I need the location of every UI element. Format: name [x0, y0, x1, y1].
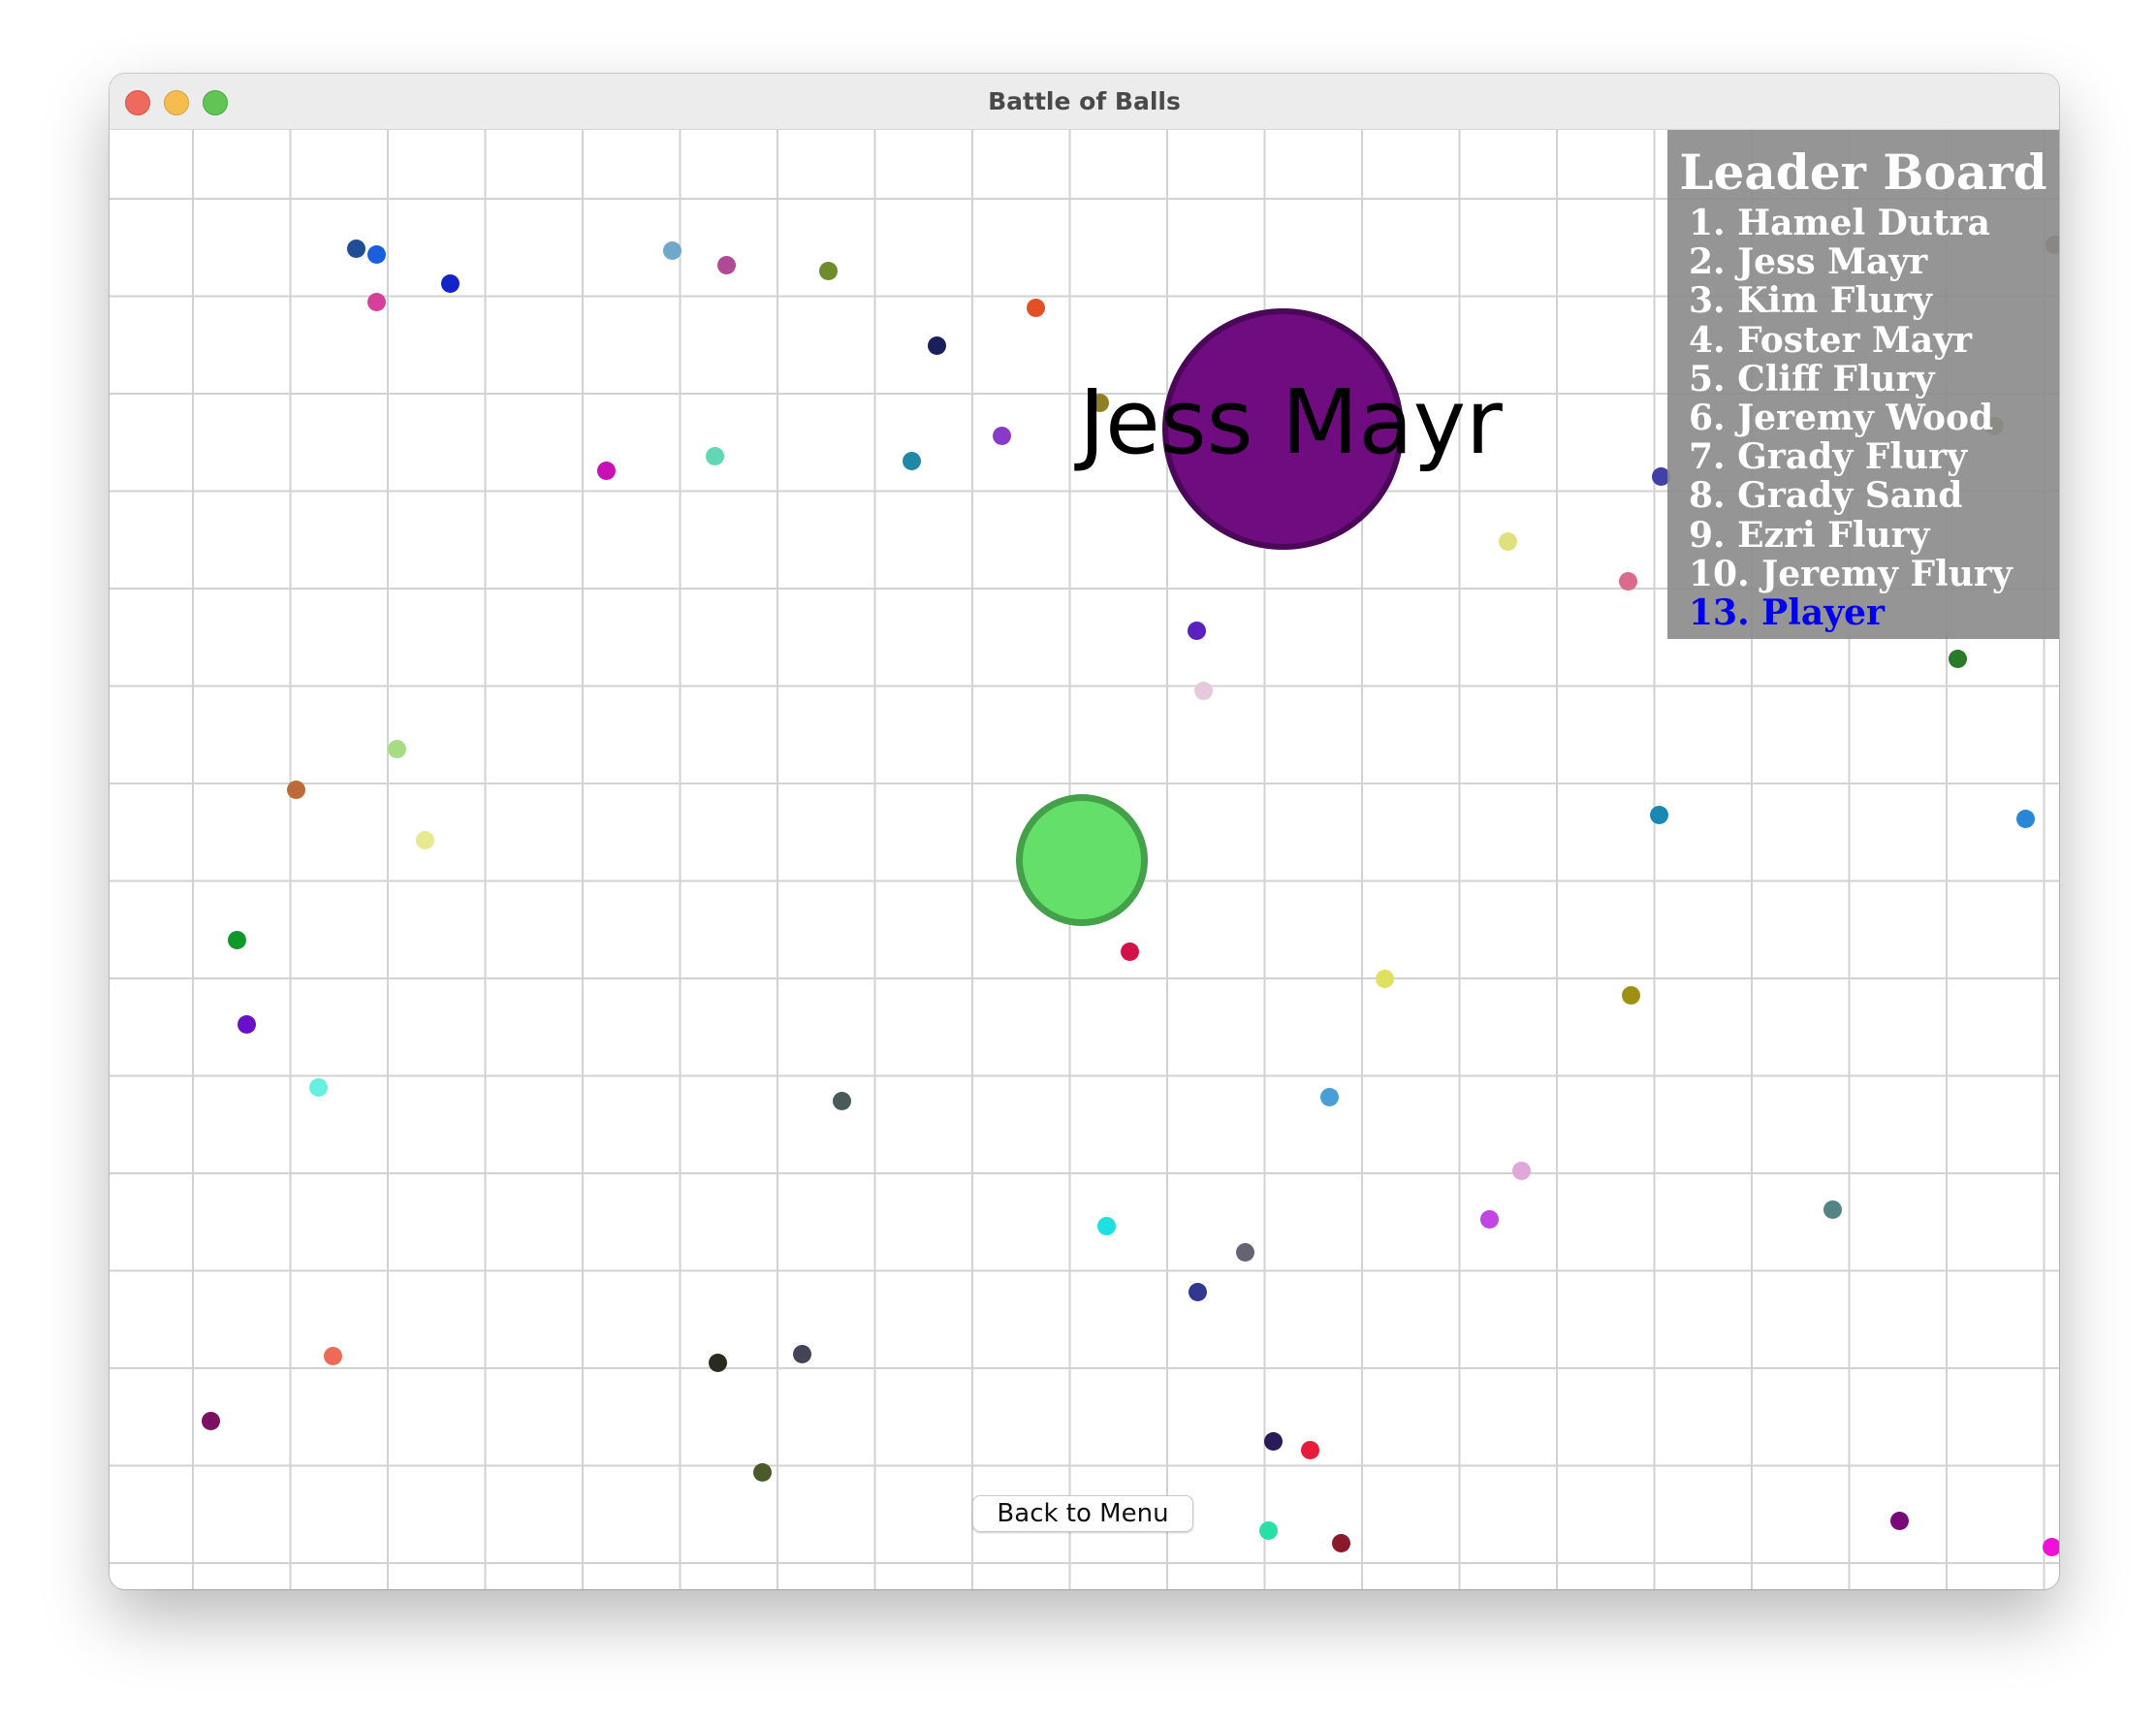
food-pellet: [706, 447, 724, 465]
leaderboard-entry: 1. Hamel Dutra: [1689, 203, 1990, 243]
leaderboard-entry: 6. Jeremy Wood: [1689, 398, 1994, 439]
leaderboard-list: 1. Hamel Dutra 2. Jess Mayr 3. Kim Flury…: [1689, 204, 2013, 593]
food-pellet: [1194, 682, 1213, 700]
food-pellet: [2016, 810, 2035, 828]
food-pellet: [1622, 986, 1640, 1005]
leaderboard-entry: 7. Grady Flury: [1689, 436, 1968, 478]
food-pellet: [717, 256, 736, 274]
player-ball: [1016, 794, 1148, 926]
food-pellet: [903, 452, 921, 470]
food-pellet: [709, 1354, 727, 1372]
food-pellet: [819, 262, 838, 280]
food-pellet: [1890, 1512, 1909, 1530]
food-pellet: [1376, 970, 1394, 988]
food-pellet: [753, 1463, 772, 1482]
food-pellet: [928, 336, 946, 355]
food-pellet: [238, 1015, 256, 1034]
food-pellet: [833, 1092, 851, 1110]
food-pellet: [1512, 1162, 1531, 1180]
game-window: Battle of Balls Jess Mayr Leader Board 1…: [110, 74, 2059, 1589]
leaderboard-entry: 8. Grady Sand: [1689, 475, 1963, 517]
food-pellet: [2043, 1538, 2059, 1556]
leaderboard-entry: 2. Jess Mayr: [1689, 241, 1928, 283]
game-canvas[interactable]: Jess Mayr Leader Board 1. Hamel Dutra 2.…: [110, 130, 2059, 1589]
food-pellet: [1499, 532, 1517, 551]
food-pellet: [309, 1078, 328, 1097]
food-pellet: [367, 245, 386, 264]
leaderboard-entry: 5. Cliff Flury: [1689, 358, 1935, 400]
food-pellet: [1650, 806, 1668, 824]
food-pellet: [228, 931, 246, 949]
food-pellet: [1236, 1243, 1254, 1262]
food-pellet: [347, 240, 365, 258]
food-pellet: [793, 1345, 811, 1363]
food-pellet: [993, 427, 1011, 445]
food-pellet: [1188, 622, 1206, 640]
food-pellet: [1301, 1441, 1319, 1459]
enemy-name-label: Jess Mayr: [1079, 370, 1503, 474]
food-pellet: [1121, 943, 1139, 961]
food-pellet: [1097, 1217, 1116, 1235]
leaderboard-entry: 4. Foster Mayr: [1689, 319, 1973, 361]
food-pellet: [663, 241, 682, 260]
food-pellet: [1480, 1210, 1499, 1229]
food-pellet: [1264, 1432, 1283, 1451]
food-pellet: [202, 1412, 220, 1430]
leaderboard-entry: 10. Jeremy Flury: [1689, 553, 2013, 594]
back-to-menu-button[interactable]: Back to Menu: [972, 1495, 1193, 1532]
food-pellet: [287, 781, 305, 799]
leaderboard-title: Leader Board: [1679, 144, 2047, 201]
food-pellet: [1949, 650, 1967, 668]
food-pellet: [1320, 1088, 1339, 1106]
food-pellet: [1332, 1534, 1350, 1552]
food-pellet: [1189, 1283, 1207, 1301]
title-bar: Battle of Balls: [110, 74, 2059, 130]
food-pellet: [388, 740, 406, 758]
leaderboard-player-rank: 13. Player: [1689, 592, 1886, 633]
food-pellet: [441, 274, 460, 293]
food-pellet: [367, 293, 386, 311]
food-pellet: [416, 831, 434, 849]
leaderboard-entry: 9. Ezri Flury: [1689, 514, 1930, 556]
window-title: Battle of Balls: [988, 87, 1181, 115]
food-pellet: [1619, 572, 1637, 591]
leaderboard-panel: Leader Board 1. Hamel Dutra 2. Jess Mayr…: [1667, 130, 2059, 639]
food-pellet: [1823, 1200, 1842, 1219]
food-pellet: [1027, 299, 1045, 317]
food-pellet: [324, 1347, 342, 1365]
leaderboard-entry: 3. Kim Flury: [1689, 280, 1932, 322]
food-pellet: [1259, 1521, 1278, 1540]
food-pellet: [597, 462, 616, 480]
